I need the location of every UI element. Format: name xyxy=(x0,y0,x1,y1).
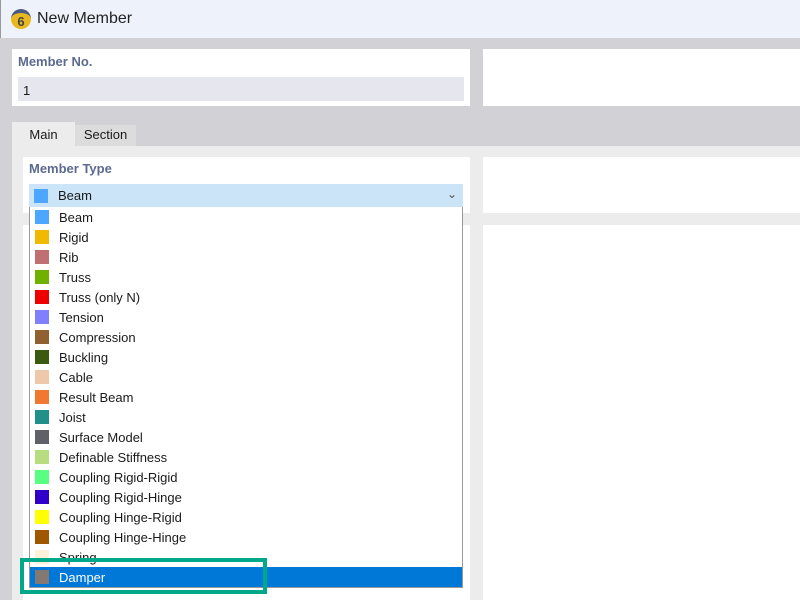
list-item-beam[interactable]: Beam xyxy=(30,207,462,227)
color-swatch-icon xyxy=(35,390,49,404)
highlight-box xyxy=(20,558,267,594)
item-label: Tension xyxy=(59,309,104,325)
item-label: Rigid xyxy=(59,229,89,245)
color-swatch-icon xyxy=(35,410,49,424)
list-item-rigid[interactable]: Rigid xyxy=(30,227,462,247)
item-label: Coupling Hinge-Hinge xyxy=(59,529,187,545)
title-bar: 6 New Member xyxy=(0,0,800,38)
color-swatch-icon xyxy=(35,370,49,384)
right-mid-panel xyxy=(483,157,800,213)
right-lower-panel xyxy=(483,225,800,600)
member-no-input[interactable]: 1 xyxy=(18,77,464,101)
list-item-joist[interactable]: Joist xyxy=(30,407,462,427)
item-label: Surface Model xyxy=(59,429,143,445)
list-item-rib[interactable]: Rib xyxy=(30,247,462,267)
list-item-surface-model[interactable]: Surface Model xyxy=(30,427,462,447)
tab-main[interactable]: Main xyxy=(12,122,75,146)
list-item-buckling[interactable]: Buckling xyxy=(30,347,462,367)
item-label: Result Beam xyxy=(59,389,134,405)
item-label: Coupling Rigid-Hinge xyxy=(59,489,182,505)
selected-value: Beam xyxy=(58,188,92,203)
color-swatch-icon xyxy=(35,290,49,304)
item-label: Cable xyxy=(59,369,93,385)
item-label: Definable Stiffness xyxy=(59,449,168,465)
item-label: Coupling Hinge-Rigid xyxy=(59,509,182,525)
list-item-coupling-rigid-rigid[interactable]: Coupling Rigid-Rigid xyxy=(30,467,462,487)
color-swatch-icon xyxy=(35,230,49,244)
color-swatch-icon xyxy=(35,530,49,544)
item-label: Rib xyxy=(59,249,79,265)
color-swatch-icon xyxy=(34,188,48,203)
member-type-list[interactable]: Beam Rigid Rib Truss Truss (only N) Tension Co… xyxy=(29,207,463,588)
color-swatch-icon xyxy=(35,250,49,264)
window-title: New Member xyxy=(37,10,133,27)
color-swatch-icon xyxy=(35,470,49,484)
item-label: Truss xyxy=(59,269,92,285)
item-label: Coupling Rigid-Rigid xyxy=(59,469,178,485)
list-item-coupling-hinge-hinge[interactable]: Coupling Hinge-Hinge xyxy=(30,527,462,547)
list-item-truss-only-n[interactable]: Truss (only N) xyxy=(30,287,462,307)
list-item-coupling-hinge-rigid[interactable]: Coupling Hinge-Rigid xyxy=(30,507,462,527)
list-item-compression[interactable]: Compression xyxy=(30,327,462,347)
item-label: Buckling xyxy=(59,349,109,365)
item-label: Truss (only N) xyxy=(59,289,141,305)
color-swatch-icon xyxy=(35,330,49,344)
list-item-coupling-rigid-hinge[interactable]: Coupling Rigid-Hinge xyxy=(30,487,462,507)
list-item-definable-stiffness[interactable]: Definable Stiffness xyxy=(30,447,462,467)
app-icon: 6 xyxy=(11,9,31,29)
tab-section[interactable]: Section xyxy=(75,125,136,146)
item-label: Beam xyxy=(59,209,93,225)
member-no-panel: Member No. 1 xyxy=(12,49,470,106)
member-type-dropdown[interactable]: Beam ⌄ xyxy=(29,184,463,207)
color-swatch-icon xyxy=(35,350,49,364)
right-top-panel xyxy=(483,49,800,106)
chevron-down-icon[interactable]: ⌄ xyxy=(447,187,457,201)
item-label: Joist xyxy=(59,409,86,425)
color-swatch-icon xyxy=(35,310,49,324)
color-swatch-icon xyxy=(35,450,49,464)
list-item-tension[interactable]: Tension xyxy=(30,307,462,327)
list-item-truss[interactable]: Truss xyxy=(30,267,462,287)
member-type-label: Member Type xyxy=(29,161,112,176)
list-item-cable[interactable]: Cable xyxy=(30,367,462,387)
color-swatch-icon xyxy=(35,270,49,284)
list-item-result-beam[interactable]: Result Beam xyxy=(30,387,462,407)
color-swatch-icon xyxy=(35,510,49,524)
color-swatch-icon xyxy=(35,490,49,504)
item-label: Compression xyxy=(59,329,136,345)
color-swatch-icon xyxy=(35,210,49,224)
color-swatch-icon xyxy=(35,430,49,444)
member-no-label: Member No. xyxy=(18,54,93,69)
